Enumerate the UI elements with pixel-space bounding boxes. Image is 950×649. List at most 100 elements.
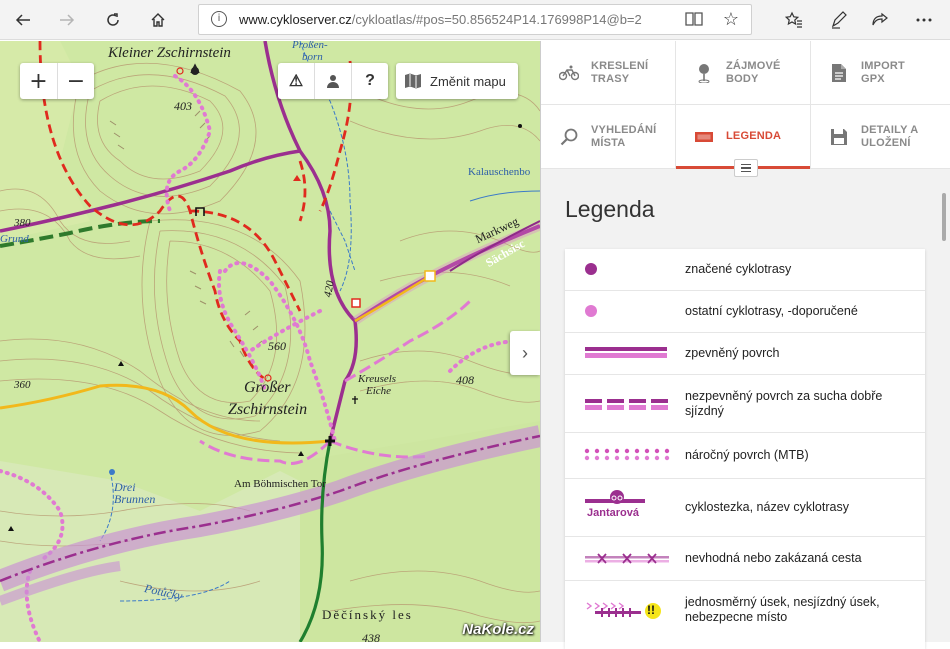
home-button[interactable] <box>143 5 173 35</box>
panel-scrollbar[interactable] <box>942 193 946 241</box>
panel-toggle-button[interactable]: › <box>510 331 540 375</box>
change-map-label: Změnit mapu <box>430 73 506 89</box>
danger-mark-icon: !! <box>647 603 655 617</box>
watermark-logo: NaKole.cz <box>462 621 534 638</box>
cyklostezka-name: Jantarová <box>587 507 639 519</box>
map-label-born: born <box>302 51 323 63</box>
more-button[interactable] <box>910 6 938 34</box>
favorites-list-icon <box>785 11 802 28</box>
notes-button[interactable] <box>825 6 853 34</box>
legend-symbol-unpaved <box>565 375 685 432</box>
legend-item: !! jednosměrný úsek, nesjízdný úsek, neb… <box>565 581 925 639</box>
map-label-am-bohmischen-tor: Am Böhmischen Tor <box>234 478 326 490</box>
legend-title: Legenda <box>565 196 655 222</box>
search-icon <box>559 127 579 147</box>
side-panel: KRESLENÍ TRASY ZÁJMOVÉ BODY IMPORT GPX V… <box>540 41 950 649</box>
address-bar[interactable]: i www.cykloserver.cz/cykloatlas/#pos=50.… <box>198 4 752 35</box>
menu-vyhledani-mista[interactable]: VYHLEDÁNÍ MÍSTA <box>541 105 676 169</box>
menu-label: VYHLEDÁNÍ MÍSTA <box>591 123 657 149</box>
browser-toolbar: i www.cykloserver.cz/cykloatlas/#pos=50.… <box>0 0 950 40</box>
map-canvas[interactable]: Kleiner Zschirnstein Proßen- born 403 38… <box>0 41 540 642</box>
legend-symbol-mtb <box>565 433 685 478</box>
back-button[interactable] <box>8 5 38 35</box>
forward-button[interactable] <box>52 5 82 35</box>
forward-arrow-icon <box>60 14 75 26</box>
menu-import-gpx[interactable]: IMPORT GPX <box>811 41 950 105</box>
legend-label: zpevněný povrch <box>685 346 780 360</box>
elevation-408: 408 <box>456 373 474 387</box>
back-arrow-icon <box>15 14 30 26</box>
legend-symbol-other-route <box>565 291 685 332</box>
url-path: /cykloatlas/#pos=50.856524P14.176998P14@… <box>351 12 642 27</box>
url-host: www.cykloserver.cz <box>239 12 352 27</box>
menu-detaily-a-ulozeni[interactable]: DETAILY A ULOŽENÍ <box>811 105 950 169</box>
user-location-button[interactable] <box>314 63 351 99</box>
elevation-360: 360 <box>14 379 31 391</box>
legend-list: značené cyklotrasy ostatní cyklotrasy, -… <box>565 249 925 649</box>
elevation-560: 560 <box>268 339 286 353</box>
change-map-button[interactable]: Změnit mapu <box>396 63 518 99</box>
map-label-brunnen: Brunnen <box>114 492 156 506</box>
more-dots-icon <box>916 18 932 22</box>
share-button[interactable] <box>866 6 894 34</box>
url-text: www.cykloserver.cz/cykloatlas/#pos=50.85… <box>239 12 642 27</box>
legend-symbol-oneway: !! <box>565 581 685 639</box>
save-icon <box>829 127 849 147</box>
info-icon[interactable]: i <box>211 11 227 27</box>
home-icon <box>151 13 165 27</box>
map-label-prossen: Proßen- <box>292 41 328 51</box>
legend-symbol-marked-route <box>565 249 685 290</box>
collapse-handle-icon[interactable] <box>734 159 758 177</box>
menu-label: LEGENDA <box>726 130 782 142</box>
bike-icon <box>559 63 579 83</box>
legend-item: Jantarová cyklostezka, název cyklotrasy <box>565 479 925 537</box>
legend-icon <box>694 127 714 147</box>
legend-symbol-cyklostezka: Jantarová <box>565 479 685 536</box>
zoom-out-button[interactable]: − <box>57 63 94 99</box>
map-label-grosser: Großer <box>244 379 291 396</box>
reading-view-icon[interactable] <box>685 11 703 27</box>
legend-label: nezpevněný povrch za sucha dobře sjízdný <box>685 388 883 418</box>
map-label-grund: Grund <box>0 233 29 245</box>
map-label-kreusels: Kreusels <box>358 373 397 385</box>
menu-label: DETAILY A ULOŽENÍ <box>861 123 919 149</box>
menu-label: ZÁJMOVÉ BODY <box>726 59 781 85</box>
legend-label: cyklostezka, název cyklotrasy <box>685 500 849 514</box>
favorite-star-icon[interactable]: ☆ <box>723 9 739 29</box>
menu-label: KRESLENÍ TRASY <box>591 59 649 85</box>
elevation-438: 438 <box>362 631 380 642</box>
elevation-380: 380 <box>14 217 31 229</box>
help-button[interactable]: ? <box>351 63 388 99</box>
legend-symbol-paved <box>565 333 685 374</box>
favorites-hub-button[interactable] <box>780 6 808 34</box>
legend-item: náročný povrch (MTB) <box>565 433 925 479</box>
legend-label: jednosměrný úsek, nesjízdný úsek, nebezp… <box>685 595 880 624</box>
legend-label: ostatní cyklotrasy, -doporučené <box>685 304 858 318</box>
legend-item: nezpevněný povrch za sucha dobře sjízdný <box>565 375 925 433</box>
menu-label: IMPORT GPX <box>861 59 905 85</box>
legend-symbol-forbidden <box>565 537 685 580</box>
legend-item: nevhodná nebo zakázaná cesta <box>565 537 925 581</box>
legend-label: značené cyklotrasy <box>685 262 792 276</box>
legend-item: zpevněný povrch <box>565 333 925 375</box>
map-label-decinsky-les: Děčínský les <box>322 607 413 622</box>
menu-kresleni-trasy[interactable]: KRESLENÍ TRASY <box>541 41 676 105</box>
map-tool-controls: ⚠ ? <box>278 63 388 99</box>
map-icon <box>405 73 421 89</box>
legend-label: náročný povrch (MTB) <box>685 448 809 462</box>
refresh-icon <box>107 13 119 26</box>
map-label-zschirnstein: Zschirnstein <box>228 401 308 418</box>
zoom-controls: + − <box>20 63 94 99</box>
person-icon <box>327 75 339 88</box>
share-icon <box>872 12 888 26</box>
panel-menu: KRESLENÍ TRASY ZÁJMOVÉ BODY IMPORT GPX V… <box>541 41 950 169</box>
legend-item: ostatní cyklotrasy, -doporučené <box>565 291 925 333</box>
map-label-kleiner-zschirnstein: Kleiner Zschirnstein <box>108 45 231 61</box>
file-icon <box>829 63 849 83</box>
zoom-in-button[interactable]: + <box>20 63 57 99</box>
warning-icon[interactable]: ⚠ <box>278 63 314 99</box>
legend-label: nevhodná nebo zakázaná cesta <box>685 551 862 565</box>
legend-item: značené cyklotrasy <box>565 249 925 291</box>
refresh-button[interactable] <box>98 5 128 35</box>
menu-zajmove-body[interactable]: ZÁJMOVÉ BODY <box>676 41 811 105</box>
